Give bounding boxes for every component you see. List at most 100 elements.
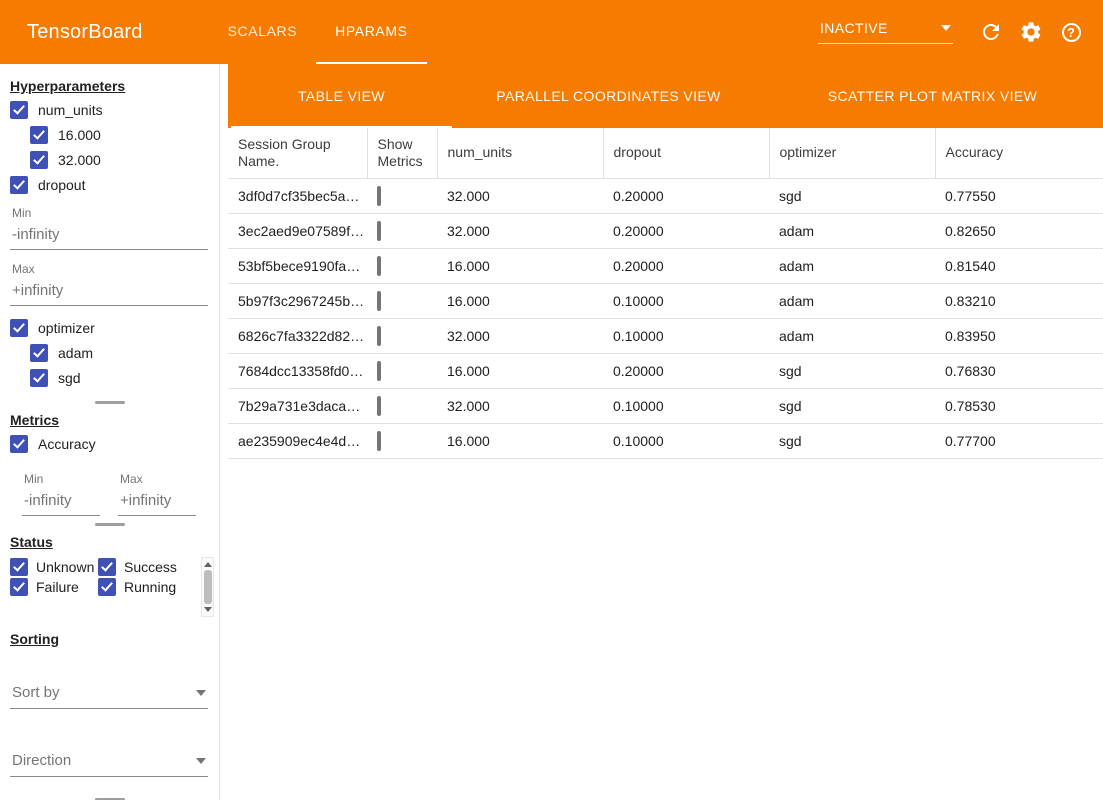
gear-icon[interactable] bbox=[1019, 20, 1043, 44]
table-row[interactable]: 5b97f3c2967245b… 16.000 0.10000 adam 0.8… bbox=[228, 283, 1103, 318]
accuracy-checkbox[interactable] bbox=[10, 435, 28, 453]
show-metrics-checkbox[interactable] bbox=[377, 221, 381, 241]
optimizer-checkbox[interactable] bbox=[10, 319, 28, 337]
hparam-dropout-row[interactable]: dropout bbox=[10, 176, 219, 194]
num-units-checkbox[interactable] bbox=[10, 101, 28, 119]
session-groups-table-container: Session Group Name. Show Metrics num_uni… bbox=[228, 128, 1103, 800]
show-metrics-checkbox[interactable] bbox=[377, 291, 381, 311]
success-label: Success bbox=[124, 559, 177, 575]
num-units-value-row[interactable]: 16.000 bbox=[30, 126, 219, 144]
show-metrics-checkbox[interactable] bbox=[377, 186, 381, 206]
top-toolbar: TensorBoard SCALARS HPARAMS INACTIVE ? bbox=[0, 0, 1103, 64]
splitter-handle[interactable] bbox=[10, 394, 209, 410]
metrics-section: Metrics Accuracy Min Max bbox=[10, 412, 219, 516]
status-success-row[interactable]: Success bbox=[98, 558, 201, 576]
status-options-grid: Unknown Success Failure Running bbox=[10, 557, 201, 617]
tab-table-view[interactable]: TABLE VIEW bbox=[228, 64, 455, 128]
cell-dropout: 0.10000 bbox=[603, 388, 769, 423]
cell-num-units: 32.000 bbox=[437, 213, 603, 248]
table-row[interactable]: 53bf5bece9190fa… 16.000 0.20000 adam 0.8… bbox=[228, 248, 1103, 283]
cell-dropout: 0.10000 bbox=[603, 423, 769, 458]
unknown-checkbox[interactable] bbox=[10, 558, 28, 576]
optimizer-value-row[interactable]: adam bbox=[30, 344, 219, 362]
scrollbar-thumb[interactable] bbox=[204, 570, 212, 604]
cell-accuracy: 0.81540 bbox=[935, 248, 1103, 283]
column-header-show-metrics: Show Metrics bbox=[367, 128, 437, 178]
scroll-down-arrow-icon[interactable] bbox=[204, 607, 212, 612]
hparam-optimizer-row[interactable]: optimizer bbox=[10, 319, 219, 337]
tensorboard-app: TensorBoard SCALARS HPARAMS INACTIVE ? bbox=[0, 0, 1103, 800]
tab-parallel-coordinates-view[interactable]: PARALLEL COORDINATES VIEW bbox=[455, 64, 762, 128]
failure-checkbox[interactable] bbox=[10, 578, 28, 596]
table-row[interactable]: 7b29a731e3daca… 32.000 0.10000 sgd 0.785… bbox=[228, 388, 1103, 423]
optimizer-value-row[interactable]: sgd bbox=[30, 369, 219, 387]
sgd-label: sgd bbox=[58, 370, 81, 386]
dropout-min-input[interactable] bbox=[10, 220, 208, 250]
cell-dropout: 0.10000 bbox=[603, 283, 769, 318]
show-metrics-checkbox[interactable] bbox=[377, 396, 381, 416]
run-status-dropdown[interactable]: INACTIVE bbox=[818, 20, 953, 44]
sorting-heading: Sorting bbox=[10, 631, 219, 647]
help-icon[interactable]: ? bbox=[1059, 20, 1083, 44]
show-metrics-checkbox[interactable] bbox=[377, 326, 381, 346]
cell-show-metrics bbox=[367, 283, 437, 318]
status-scrollbar[interactable] bbox=[201, 557, 214, 617]
show-metrics-checkbox[interactable] bbox=[377, 431, 381, 451]
splitter-handle[interactable] bbox=[10, 791, 209, 800]
reload-icon[interactable] bbox=[979, 20, 1003, 44]
running-label: Running bbox=[124, 579, 176, 595]
tab-scalars[interactable]: SCALARS bbox=[209, 0, 317, 64]
tab-hparams[interactable]: HPARAMS bbox=[316, 0, 426, 64]
success-checkbox[interactable] bbox=[98, 558, 116, 576]
table-row[interactable]: ae235909ec4e4d… 16.000 0.10000 sgd 0.777… bbox=[228, 423, 1103, 458]
metric-max-input[interactable] bbox=[118, 486, 196, 516]
status-running-row[interactable]: Running bbox=[98, 578, 201, 596]
chevron-down-icon bbox=[196, 690, 206, 696]
value-16-label: 16.000 bbox=[58, 127, 101, 143]
sgd-checkbox[interactable] bbox=[30, 369, 48, 387]
cell-accuracy: 0.82650 bbox=[935, 213, 1103, 248]
metric-min-input[interactable] bbox=[22, 486, 100, 516]
cell-show-metrics bbox=[367, 388, 437, 423]
direction-dropdown[interactable]: Direction bbox=[10, 745, 208, 777]
tab-scatter-plot-matrix-view[interactable]: SCATTER PLOT MATRIX VIEW bbox=[762, 64, 1103, 128]
num-units-value-row[interactable]: 32.000 bbox=[30, 151, 219, 169]
status-failure-row[interactable]: Failure bbox=[10, 578, 98, 596]
cell-num-units: 32.000 bbox=[437, 318, 603, 353]
sort-by-dropdown[interactable]: Sort by bbox=[10, 677, 208, 709]
dropout-checkbox[interactable] bbox=[10, 176, 28, 194]
chevron-down-icon bbox=[196, 758, 206, 764]
cell-optimizer: adam bbox=[769, 318, 935, 353]
table-header-row: Session Group Name. Show Metrics num_uni… bbox=[228, 128, 1103, 178]
session-group-name: 7b29a731e3daca… bbox=[228, 388, 367, 423]
metric-min-label: Min bbox=[24, 472, 100, 486]
cell-optimizer: adam bbox=[769, 283, 935, 318]
hparams-main-panel: TABLE VIEW PARALLEL COORDINATES VIEW SCA… bbox=[228, 64, 1103, 800]
metric-accuracy-row[interactable]: Accuracy bbox=[10, 435, 219, 453]
table-row[interactable]: 3df0d7cf35bec5a… 32.000 0.20000 sgd 0.77… bbox=[228, 178, 1103, 213]
running-checkbox[interactable] bbox=[98, 578, 116, 596]
value-16-checkbox[interactable] bbox=[30, 126, 48, 144]
value-32-label: 32.000 bbox=[58, 152, 101, 168]
cell-show-metrics bbox=[367, 213, 437, 248]
adam-checkbox[interactable] bbox=[30, 344, 48, 362]
top-nav-tabs: SCALARS HPARAMS bbox=[209, 0, 427, 64]
scroll-up-arrow-icon[interactable] bbox=[204, 562, 212, 567]
value-32-checkbox[interactable] bbox=[30, 151, 48, 169]
splitter-handle[interactable] bbox=[10, 516, 209, 532]
status-unknown-row[interactable]: Unknown bbox=[10, 558, 98, 576]
column-header-optimizer: optimizer bbox=[769, 128, 935, 178]
column-header-session-group-name: Session Group Name. bbox=[228, 128, 367, 178]
show-metrics-checkbox[interactable] bbox=[377, 361, 381, 381]
session-group-name: 53bf5bece9190fa… bbox=[228, 248, 367, 283]
hparam-num-units-row[interactable]: num_units bbox=[10, 101, 219, 119]
column-header-num-units: num_units bbox=[437, 128, 603, 178]
show-metrics-checkbox[interactable] bbox=[377, 256, 381, 276]
hparams-sidebar: Hyperparameters num_units 16.000 32.000 … bbox=[0, 64, 220, 800]
table-row[interactable]: 3ec2aed9e07589f… 32.000 0.20000 adam 0.8… bbox=[228, 213, 1103, 248]
table-row[interactable]: 7684dcc13358fd0… 16.000 0.20000 sgd 0.76… bbox=[228, 353, 1103, 388]
cell-optimizer: sgd bbox=[769, 353, 935, 388]
dropout-max-input[interactable] bbox=[10, 276, 208, 306]
table-row[interactable]: 6826c7fa3322d82… 32.000 0.10000 adam 0.8… bbox=[228, 318, 1103, 353]
cell-dropout: 0.10000 bbox=[603, 318, 769, 353]
